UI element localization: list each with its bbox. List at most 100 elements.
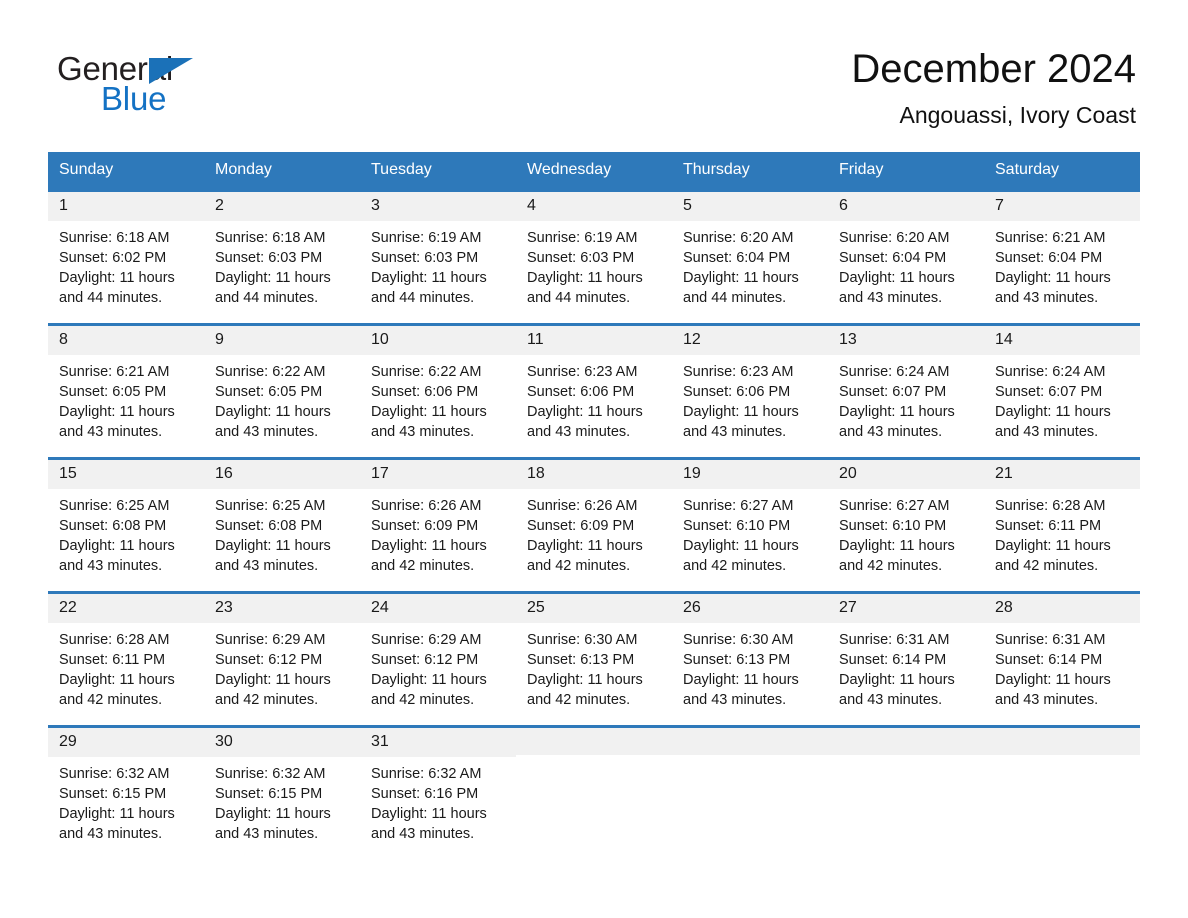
calendar-day-cell[interactable]: 6 Sunrise: 6:20 AM Sunset: 6:04 PM Daylight…: [828, 188, 984, 325]
calendar-day-cell[interactable]: 18 Sunrise: 6:26 AM Sunset: 6:09 PM Dayligh…: [516, 456, 672, 593]
calendar-day-cell[interactable]: 22 Sunrise: 6:28 AM Sunset: 6:11 PM Dayligh…: [48, 590, 204, 727]
weekday-header-monday: Monday: [204, 152, 360, 191]
daylight-duration-line1: Daylight: 11 hours: [683, 538, 799, 555]
sunrise-time: Sunrise: 6:23 AM: [683, 364, 794, 381]
day-details: Sunrise: 6:29 AM Sunset: 6:12 PM Daylight:…: [204, 623, 360, 710]
sunrise-time: Sunrise: 6:18 AM: [59, 230, 170, 247]
sunrise-time: Sunrise: 6:31 AM: [995, 632, 1106, 649]
calendar-day-cell-empty: [516, 724, 672, 861]
day-details: Sunrise: 6:25 AM Sunset: 6:08 PM Daylight:…: [48, 489, 204, 576]
calendar-day-cell[interactable]: 27 Sunrise: 6:31 AM Sunset: 6:14 PM Dayligh…: [828, 590, 984, 727]
daylight-duration-line1: Daylight: 11 hours: [371, 404, 487, 421]
day-number: 20: [828, 459, 984, 490]
calendar-day-cell[interactable]: 31 Sunrise: 6:32 AM Sunset: 6:16 PM Dayligh…: [360, 724, 516, 861]
day-number: 9: [204, 325, 360, 356]
sunset-time: Sunset: 6:04 PM: [839, 250, 947, 267]
daylight-duration-line1: Daylight: 11 hours: [371, 270, 487, 287]
calendar-day-cell[interactable]: 23 Sunrise: 6:29 AM Sunset: 6:12 PM Dayligh…: [204, 590, 360, 727]
daylight-duration-line1: Daylight: 11 hours: [995, 538, 1111, 555]
daylight-duration-line2: and 44 minutes.: [527, 290, 631, 307]
day-details: Sunrise: 6:19 AM Sunset: 6:03 PM Daylight:…: [516, 221, 672, 308]
day-details: Sunrise: 6:32 AM Sunset: 6:15 PM Daylight:…: [48, 757, 204, 844]
calendar-day-cell[interactable]: 7 Sunrise: 6:21 AM Sunset: 6:04 PM Daylight…: [984, 188, 1140, 325]
calendar-day-cell[interactable]: 3 Sunrise: 6:19 AM Sunset: 6:03 PM Daylight…: [360, 188, 516, 325]
calendar-day-cell[interactable]: 29 Sunrise: 6:32 AM Sunset: 6:15 PM Dayligh…: [48, 724, 204, 861]
calendar-day-cell[interactable]: 4 Sunrise: 6:19 AM Sunset: 6:03 PM Daylight…: [516, 188, 672, 325]
day-details: Sunrise: 6:22 AM Sunset: 6:06 PM Daylight:…: [360, 355, 516, 442]
daylight-duration-line2: and 42 minutes.: [995, 558, 1099, 575]
weekday-header-friday: Friday: [828, 152, 984, 191]
calendar-day-cell[interactable]: 15 Sunrise: 6:25 AM Sunset: 6:08 PM Dayligh…: [48, 456, 204, 593]
sunset-time: Sunset: 6:05 PM: [59, 384, 167, 401]
day-details: Sunrise: 6:24 AM Sunset: 6:07 PM Daylight:…: [984, 355, 1140, 442]
sunrise-time: Sunrise: 6:21 AM: [59, 364, 170, 381]
calendar-day-cell[interactable]: 9 Sunrise: 6:22 AM Sunset: 6:05 PM Daylight…: [204, 322, 360, 459]
calendar-day-cell-empty: [672, 724, 828, 861]
calendar-day-cell[interactable]: 5 Sunrise: 6:20 AM Sunset: 6:04 PM Daylight…: [672, 188, 828, 325]
daylight-duration-line1: Daylight: 11 hours: [371, 806, 487, 823]
daylight-duration-line1: Daylight: 11 hours: [839, 270, 955, 287]
calendar-day-cell[interactable]: 11 Sunrise: 6:23 AM Sunset: 6:06 PM Dayligh…: [516, 322, 672, 459]
calendar-day-cell[interactable]: 2 Sunrise: 6:18 AM Sunset: 6:03 PM Daylight…: [204, 188, 360, 325]
daylight-duration-line1: Daylight: 11 hours: [215, 404, 331, 421]
sunset-time: Sunset: 6:08 PM: [215, 518, 323, 535]
daylight-duration-line2: and 43 minutes.: [59, 558, 163, 575]
daylight-duration-line1: Daylight: 11 hours: [215, 672, 331, 689]
day-number: [828, 727, 984, 755]
daylight-duration-line2: and 43 minutes.: [995, 424, 1099, 441]
sunrise-time: Sunrise: 6:24 AM: [839, 364, 950, 381]
calendar-day-cell[interactable]: 20 Sunrise: 6:27 AM Sunset: 6:10 PM Dayligh…: [828, 456, 984, 593]
calendar-day-cell[interactable]: 21 Sunrise: 6:28 AM Sunset: 6:11 PM Dayligh…: [984, 456, 1140, 593]
sunrise-sunset-calendar: Sunday Monday Tuesday Wednesday Thursday…: [48, 152, 1140, 861]
day-number: 5: [672, 191, 828, 222]
calendar-day-cell-empty: [828, 724, 984, 861]
day-number: 30: [204, 727, 360, 758]
sunset-time: Sunset: 6:05 PM: [215, 384, 323, 401]
day-number: 13: [828, 325, 984, 356]
day-details: Sunrise: 6:26 AM Sunset: 6:09 PM Daylight:…: [516, 489, 672, 576]
day-details: Sunrise: 6:32 AM Sunset: 6:16 PM Daylight:…: [360, 757, 516, 844]
calendar-day-cell[interactable]: 14 Sunrise: 6:24 AM Sunset: 6:07 PM Dayligh…: [984, 322, 1140, 459]
calendar-day-cell[interactable]: 26 Sunrise: 6:30 AM Sunset: 6:13 PM Dayligh…: [672, 590, 828, 727]
daylight-duration-line2: and 42 minutes.: [59, 692, 163, 709]
day-number: [984, 727, 1140, 755]
daylight-duration-line2: and 43 minutes.: [215, 826, 319, 843]
sunrise-time: Sunrise: 6:30 AM: [683, 632, 794, 649]
day-details: Sunrise: 6:29 AM Sunset: 6:12 PM Daylight:…: [360, 623, 516, 710]
calendar-day-cell[interactable]: 25 Sunrise: 6:30 AM Sunset: 6:13 PM Dayligh…: [516, 590, 672, 727]
daylight-duration-line2: and 43 minutes.: [995, 692, 1099, 709]
daylight-duration-line1: Daylight: 11 hours: [215, 806, 331, 823]
calendar-day-cell[interactable]: 24 Sunrise: 6:29 AM Sunset: 6:12 PM Dayligh…: [360, 590, 516, 727]
calendar-day-cell[interactable]: 16 Sunrise: 6:25 AM Sunset: 6:08 PM Dayligh…: [204, 456, 360, 593]
daylight-duration-line2: and 43 minutes.: [995, 290, 1099, 307]
calendar-day-cell[interactable]: 10 Sunrise: 6:22 AM Sunset: 6:06 PM Dayligh…: [360, 322, 516, 459]
daylight-duration-line2: and 43 minutes.: [527, 424, 631, 441]
sunset-time: Sunset: 6:04 PM: [995, 250, 1103, 267]
day-details: Sunrise: 6:22 AM Sunset: 6:05 PM Daylight:…: [204, 355, 360, 442]
daylight-duration-line2: and 43 minutes.: [839, 692, 943, 709]
sunrise-time: Sunrise: 6:26 AM: [527, 498, 638, 515]
day-number: [672, 727, 828, 755]
weekday-header-wednesday: Wednesday: [516, 152, 672, 191]
calendar-day-cell[interactable]: 12 Sunrise: 6:23 AM Sunset: 6:06 PM Dayligh…: [672, 322, 828, 459]
day-number: 12: [672, 325, 828, 356]
sunrise-time: Sunrise: 6:19 AM: [527, 230, 638, 247]
day-number: 2: [204, 191, 360, 222]
daylight-duration-line2: and 43 minutes.: [59, 826, 163, 843]
day-details: Sunrise: 6:24 AM Sunset: 6:07 PM Daylight:…: [828, 355, 984, 442]
day-details: Sunrise: 6:32 AM Sunset: 6:15 PM Daylight:…: [204, 757, 360, 844]
calendar-day-cell[interactable]: 30 Sunrise: 6:32 AM Sunset: 6:15 PM Dayligh…: [204, 724, 360, 861]
calendar-day-cell[interactable]: 8 Sunrise: 6:21 AM Sunset: 6:05 PM Daylight…: [48, 322, 204, 459]
sunset-time: Sunset: 6:10 PM: [683, 518, 791, 535]
calendar-day-cell[interactable]: 1 Sunrise: 6:18 AM Sunset: 6:02 PM Daylight…: [48, 188, 204, 325]
calendar-day-cell[interactable]: 17 Sunrise: 6:26 AM Sunset: 6:09 PM Dayligh…: [360, 456, 516, 593]
calendar-day-cell[interactable]: 28 Sunrise: 6:31 AM Sunset: 6:14 PM Dayligh…: [984, 590, 1140, 727]
calendar-day-cell[interactable]: 13 Sunrise: 6:24 AM Sunset: 6:07 PM Dayligh…: [828, 322, 984, 459]
general-blue-logo[interactable]: General Blue: [57, 46, 217, 115]
sunrise-time: Sunrise: 6:29 AM: [371, 632, 482, 649]
calendar-day-cell[interactable]: 19 Sunrise: 6:27 AM Sunset: 6:10 PM Dayligh…: [672, 456, 828, 593]
calendar-body: 1 Sunrise: 6:18 AM Sunset: 6:02 PM Daylight…: [48, 188, 1140, 861]
day-number: 14: [984, 325, 1140, 356]
sunset-time: Sunset: 6:03 PM: [527, 250, 635, 267]
day-details: Sunrise: 6:18 AM Sunset: 6:02 PM Daylight:…: [48, 221, 204, 308]
